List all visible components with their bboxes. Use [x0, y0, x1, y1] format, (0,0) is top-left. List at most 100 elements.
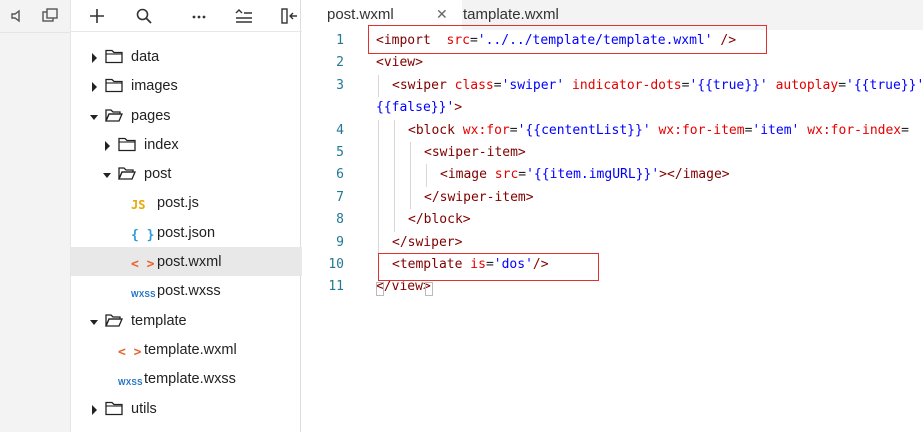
search-icon[interactable] — [132, 4, 156, 28]
plus-icon[interactable] — [85, 4, 109, 28]
code-token: swiper — [399, 77, 447, 93]
code-token: wx:for-index — [807, 122, 902, 138]
indent-guide — [410, 141, 411, 165]
indent-guide — [378, 141, 379, 165]
code-token: image — [682, 167, 722, 183]
close-icon[interactable]: ✕ — [436, 6, 448, 23]
highlight-box-import — [368, 25, 767, 54]
line-number: 9 — [336, 234, 344, 250]
folder-icon — [118, 136, 136, 152]
code-token: > — [525, 189, 534, 205]
tree-item-label: post.js — [157, 195, 199, 212]
code-token: 'swiper' — [501, 77, 565, 93]
indent-guide — [378, 186, 379, 210]
tree-item-label: post.wxss — [157, 283, 221, 300]
window-icon[interactable] — [40, 6, 60, 26]
tree-item-post[interactable]: post — [71, 159, 302, 188]
code-line[interactable]: 5 <swiper-item> — [302, 141, 923, 165]
tree-item-post-wxss[interactable]: WXSS post.wxss — [71, 276, 302, 305]
line-text: {{false}}'> — [376, 100, 462, 115]
tree-item-template[interactable]: template — [71, 306, 302, 335]
chevron-down-icon[interactable] — [89, 315, 99, 327]
code-token: block — [415, 122, 455, 138]
code-token: = — [838, 77, 847, 93]
more-icon[interactable] — [187, 4, 211, 28]
line-number: 4 — [336, 122, 344, 138]
tree-item-template-wxss[interactable]: WXSS template.wxss — [71, 364, 302, 393]
indent-guide — [378, 119, 379, 142]
folder-icon — [105, 400, 123, 416]
chevron-down-icon[interactable] — [89, 110, 99, 122]
tab-label: tamplate.wxml — [463, 6, 559, 23]
wxss-file-icon: WXSS — [118, 372, 142, 388]
tree-item-template-wxml[interactable]: < > template.wxml — [71, 335, 302, 364]
indent-guide — [394, 119, 395, 142]
code-token: < — [408, 122, 416, 138]
code-token: ></ — [659, 167, 683, 183]
line-number: 8 — [336, 212, 344, 228]
code-token: > — [454, 234, 463, 250]
chevron-right-icon[interactable] — [102, 139, 112, 151]
line-text: <swiper-item> — [424, 145, 526, 160]
code-token: > — [462, 212, 471, 228]
chevron-right-icon[interactable] — [89, 403, 99, 415]
speaker-icon[interactable] — [8, 6, 28, 26]
file-type-badge: WXSS — [131, 290, 156, 300]
code-token: > — [721, 167, 730, 183]
tree-item-label: post.json — [157, 224, 216, 241]
line-number: 2 — [336, 55, 344, 71]
code-line[interactable]: 2 <view> — [302, 52, 923, 74]
line-number: 5 — [336, 144, 344, 160]
tree-item-utils[interactable]: utils — [71, 394, 302, 423]
tab-label: post.wxml — [327, 6, 394, 23]
chevron-right-icon[interactable] — [89, 80, 99, 93]
collapse-icon[interactable] — [232, 4, 256, 28]
json-file-icon: { } — [131, 226, 155, 243]
code-line[interactable]: {{false}}'> — [302, 97, 923, 119]
line-number: 1 — [336, 33, 344, 48]
file-type-badge: < > — [131, 257, 155, 273]
code-line[interactable]: 8 </block> — [302, 209, 923, 232]
tree-item-data[interactable]: data — [71, 42, 302, 71]
line-number: 11 — [328, 279, 344, 295]
line-number: 6 — [336, 167, 344, 183]
code-token: wx:for — [462, 122, 510, 138]
folder-icon — [105, 77, 123, 93]
tree-item-label: index — [144, 136, 179, 153]
tree-item-post-js[interactable]: JS post.js — [71, 188, 302, 217]
line-text: </swiper> — [392, 235, 462, 250]
js-file-icon: JS — [131, 196, 155, 212]
tree-item-post-wxml[interactable]: < > post.wxml — [71, 247, 302, 277]
tree-item-index[interactable]: index — [71, 130, 302, 159]
folder-open-icon — [105, 312, 123, 328]
activity-toolbar — [0, 0, 70, 33]
code-token: indicator-dots — [572, 77, 682, 93]
code-token: > — [517, 144, 526, 160]
tree-item-pages[interactable]: pages — [71, 101, 302, 130]
tree-item-label: data — [131, 49, 160, 65]
code-line[interactable]: 6 <image src='{{item.imgURL}}'></image> — [302, 164, 923, 187]
tree-item-post-json[interactable]: { } post.json — [71, 218, 302, 247]
file-type-badge: { } — [131, 227, 155, 243]
line-text: <swiper class='swiper' indicator-dots='{… — [392, 78, 923, 93]
tree-item-images[interactable]: images — [71, 71, 302, 100]
split-icon[interactable] — [278, 4, 302, 28]
code-token: = — [493, 77, 502, 93]
code-token: '{{cententList}}' — [517, 122, 651, 138]
chevron-down-icon[interactable] — [102, 168, 112, 180]
code-token: = — [901, 122, 909, 138]
code-line[interactable]: 7 </swiper-item> — [302, 186, 923, 210]
code-line[interactable]: 3 <swiper class='swiper' indicator-dots='… — [302, 74, 923, 98]
line-text: </swiper-item> — [424, 190, 534, 205]
code-line[interactable]: 9 </swiper> — [302, 231, 923, 254]
wxml-file-icon: < > — [131, 255, 155, 273]
chevron-right-icon[interactable] — [89, 51, 99, 63]
folder-open-icon — [105, 107, 123, 123]
tree-item-label: post — [144, 166, 172, 183]
code-token: </ — [424, 189, 440, 205]
code-token: view — [391, 279, 423, 295]
code-line[interactable]: 4 <block wx:for = '{{cententList}}' wx:for-… — [302, 119, 923, 142]
